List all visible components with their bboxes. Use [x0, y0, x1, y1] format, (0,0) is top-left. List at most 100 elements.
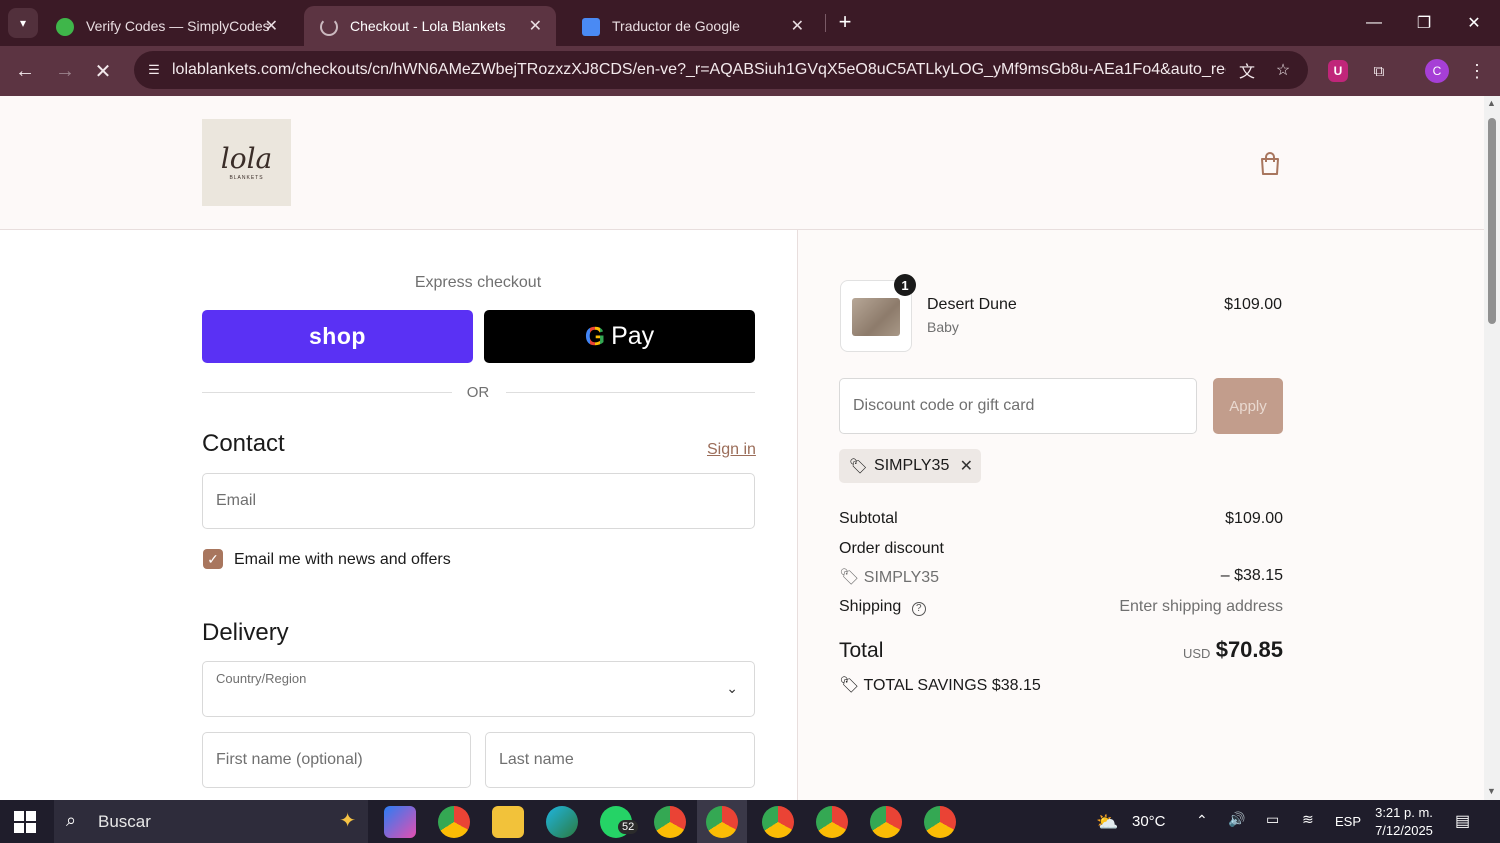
weather-icon[interactable]: ⛅: [1096, 812, 1118, 833]
google-pay-button[interactable]: G Pay: [484, 310, 755, 363]
chrome-profile-icon[interactable]: [924, 806, 956, 838]
savings-label: TOTAL SAVINGS: [863, 677, 988, 694]
system-clock[interactable]: 3:21 p. m. 7/12/2025: [1364, 804, 1444, 840]
tab-title: Checkout - Lola Blankets: [350, 18, 506, 34]
search-label: Buscar: [98, 811, 151, 831]
apply-discount-button[interactable]: Apply: [1213, 378, 1283, 434]
chrome-app-icon[interactable]: [438, 806, 470, 838]
product-name: Desert Dune: [927, 296, 1017, 313]
file-explorer-icon[interactable]: [492, 806, 524, 838]
store-header: lola BLANKETS: [0, 96, 1484, 230]
chrome-profile-icon[interactable]: [816, 806, 848, 838]
scroll-up-icon[interactable]: ▲: [1487, 98, 1496, 108]
newsletter-checkbox[interactable]: ✓: [203, 549, 223, 569]
taskbar-search[interactable]: ⌕ Buscar ✦: [54, 800, 368, 843]
total-savings: 🏷 TOTAL SAVINGS $38.15: [839, 675, 1041, 695]
last-name-field[interactable]: [485, 732, 755, 788]
search-icon: ⌕: [66, 810, 77, 830]
checkout-form: Express checkout shop G Pay OR Contact S…: [0, 230, 797, 800]
google-g-icon: G: [584, 321, 606, 351]
new-tab-button[interactable]: +: [833, 8, 857, 36]
page-scrollbar[interactable]: ▲ ▼: [1484, 96, 1500, 800]
chrome-profile-icon[interactable]: [706, 806, 738, 838]
shipping-row: Shipping ? Enter shipping address: [839, 598, 1283, 616]
close-tab-icon[interactable]: ✕: [529, 16, 542, 36]
tag-icon: 🏷: [849, 458, 869, 475]
bookmark-star-icon[interactable]: ☆: [1272, 59, 1294, 81]
tab-search-button[interactable]: ▾: [8, 8, 38, 38]
copilot-app-icon[interactable]: [384, 806, 416, 838]
order-discount-label: Order discount: [839, 540, 944, 557]
tag-icon: 🏷: [839, 677, 864, 694]
total-value: $70.85: [1215, 637, 1283, 662]
subtotal-value: $109.00: [1225, 510, 1283, 527]
language-indicator[interactable]: ESP: [1335, 814, 1361, 829]
product-price: $109.00: [1224, 296, 1282, 313]
close-window-button[interactable]: ✕: [1454, 8, 1494, 38]
browser-toolbar: ← → ✕ ☰ lolablankets.com/checkouts/cn/hW…: [0, 46, 1500, 96]
discount-code-label: SIMPLY35: [863, 569, 940, 586]
scroll-thumb[interactable]: [1488, 118, 1496, 324]
windows-start-icon[interactable]: [14, 811, 36, 833]
tab-translate[interactable]: Traductor de Google ✕: [566, 6, 818, 46]
applied-code-chip: 🏷 SIMPLY35 ✕: [839, 449, 981, 483]
weather-temp[interactable]: 30°C: [1132, 813, 1166, 830]
last-name-input[interactable]: [499, 733, 741, 787]
discount-code-input[interactable]: [853, 379, 1183, 433]
stop-loading-button[interactable]: ✕: [88, 56, 118, 86]
total-label: Total: [839, 639, 884, 662]
tab-simplycodes[interactable]: Verify Codes — SimplyCodes ✕: [40, 6, 292, 46]
restore-button[interactable]: ❐: [1404, 8, 1444, 38]
google-translate-icon: [582, 18, 600, 36]
edge-app-icon[interactable]: [546, 806, 578, 838]
close-tab-icon[interactable]: ✕: [265, 16, 278, 36]
forward-button[interactable]: →: [50, 56, 80, 86]
order-discount-row: Order discount: [839, 540, 1283, 558]
tab-separator: [825, 14, 826, 32]
remove-code-icon[interactable]: ✕: [960, 456, 973, 476]
chevron-up-icon[interactable]: ⌃: [1196, 812, 1208, 829]
country-select[interactable]: Country/Region ⌄: [202, 661, 755, 717]
notifications-icon[interactable]: ▤: [1455, 811, 1470, 831]
extension-shield-icon[interactable]: U: [1328, 60, 1348, 82]
profile-avatar[interactable]: C: [1425, 59, 1449, 83]
shopping-bag-icon[interactable]: [1256, 150, 1284, 178]
tag-icon: 🏷: [839, 569, 864, 586]
scroll-down-icon[interactable]: ▼: [1487, 786, 1496, 796]
clock-time: 3:21 p. m.: [1375, 805, 1433, 820]
back-button[interactable]: ←: [10, 56, 40, 86]
address-bar[interactable]: ☰ lolablankets.com/checkouts/cn/hWN6AMeZ…: [134, 51, 1308, 89]
minimize-button[interactable]: —: [1354, 8, 1394, 38]
product-variant: Baby: [927, 319, 959, 335]
tab-title: Verify Codes — SimplyCodes: [86, 18, 270, 34]
browser-menu-icon[interactable]: ⋮: [1464, 58, 1490, 84]
clock-date: 7/12/2025: [1375, 823, 1433, 838]
store-logo[interactable]: lola BLANKETS: [202, 119, 291, 206]
url-text[interactable]: lolablankets.com/checkouts/cn/hWN6AMeZWb…: [172, 61, 1226, 79]
shop-pay-button[interactable]: shop: [202, 310, 473, 363]
chrome-profile-icon[interactable]: [762, 806, 794, 838]
sign-in-link[interactable]: Sign in: [707, 441, 756, 459]
loading-icon: [320, 18, 338, 36]
question-circle-icon[interactable]: ?: [911, 602, 926, 616]
chrome-profile-icon[interactable]: [870, 806, 902, 838]
close-tab-icon[interactable]: ✕: [791, 16, 804, 36]
tab-checkout[interactable]: Checkout - Lola Blankets ✕: [304, 6, 556, 46]
savings-value: $38.15: [991, 677, 1041, 694]
translate-icon[interactable]: 文: [1236, 59, 1258, 81]
chrome-profile-icon[interactable]: [654, 806, 686, 838]
email-field[interactable]: [202, 473, 755, 529]
extensions-puzzle-icon[interactable]: ⧉: [1366, 58, 1392, 84]
volume-icon[interactable]: 🔊: [1228, 811, 1245, 828]
meet-icon[interactable]: ▭: [1266, 811, 1279, 828]
site-info-icon[interactable]: ☰: [144, 60, 164, 80]
browser-tab-bar: ▾ Verify Codes — SimplyCodes ✕ Checkout …: [0, 0, 1500, 46]
country-label: Country/Region: [216, 671, 307, 686]
wifi-icon[interactable]: ≋: [1302, 811, 1314, 828]
email-input[interactable]: [216, 474, 741, 528]
whatsapp-badge: 52: [618, 820, 639, 834]
discount-code-field[interactable]: [839, 378, 1197, 434]
first-name-input[interactable]: [216, 733, 457, 787]
first-name-field[interactable]: [202, 732, 471, 788]
newsletter-label: Email me with news and offers: [234, 551, 451, 568]
